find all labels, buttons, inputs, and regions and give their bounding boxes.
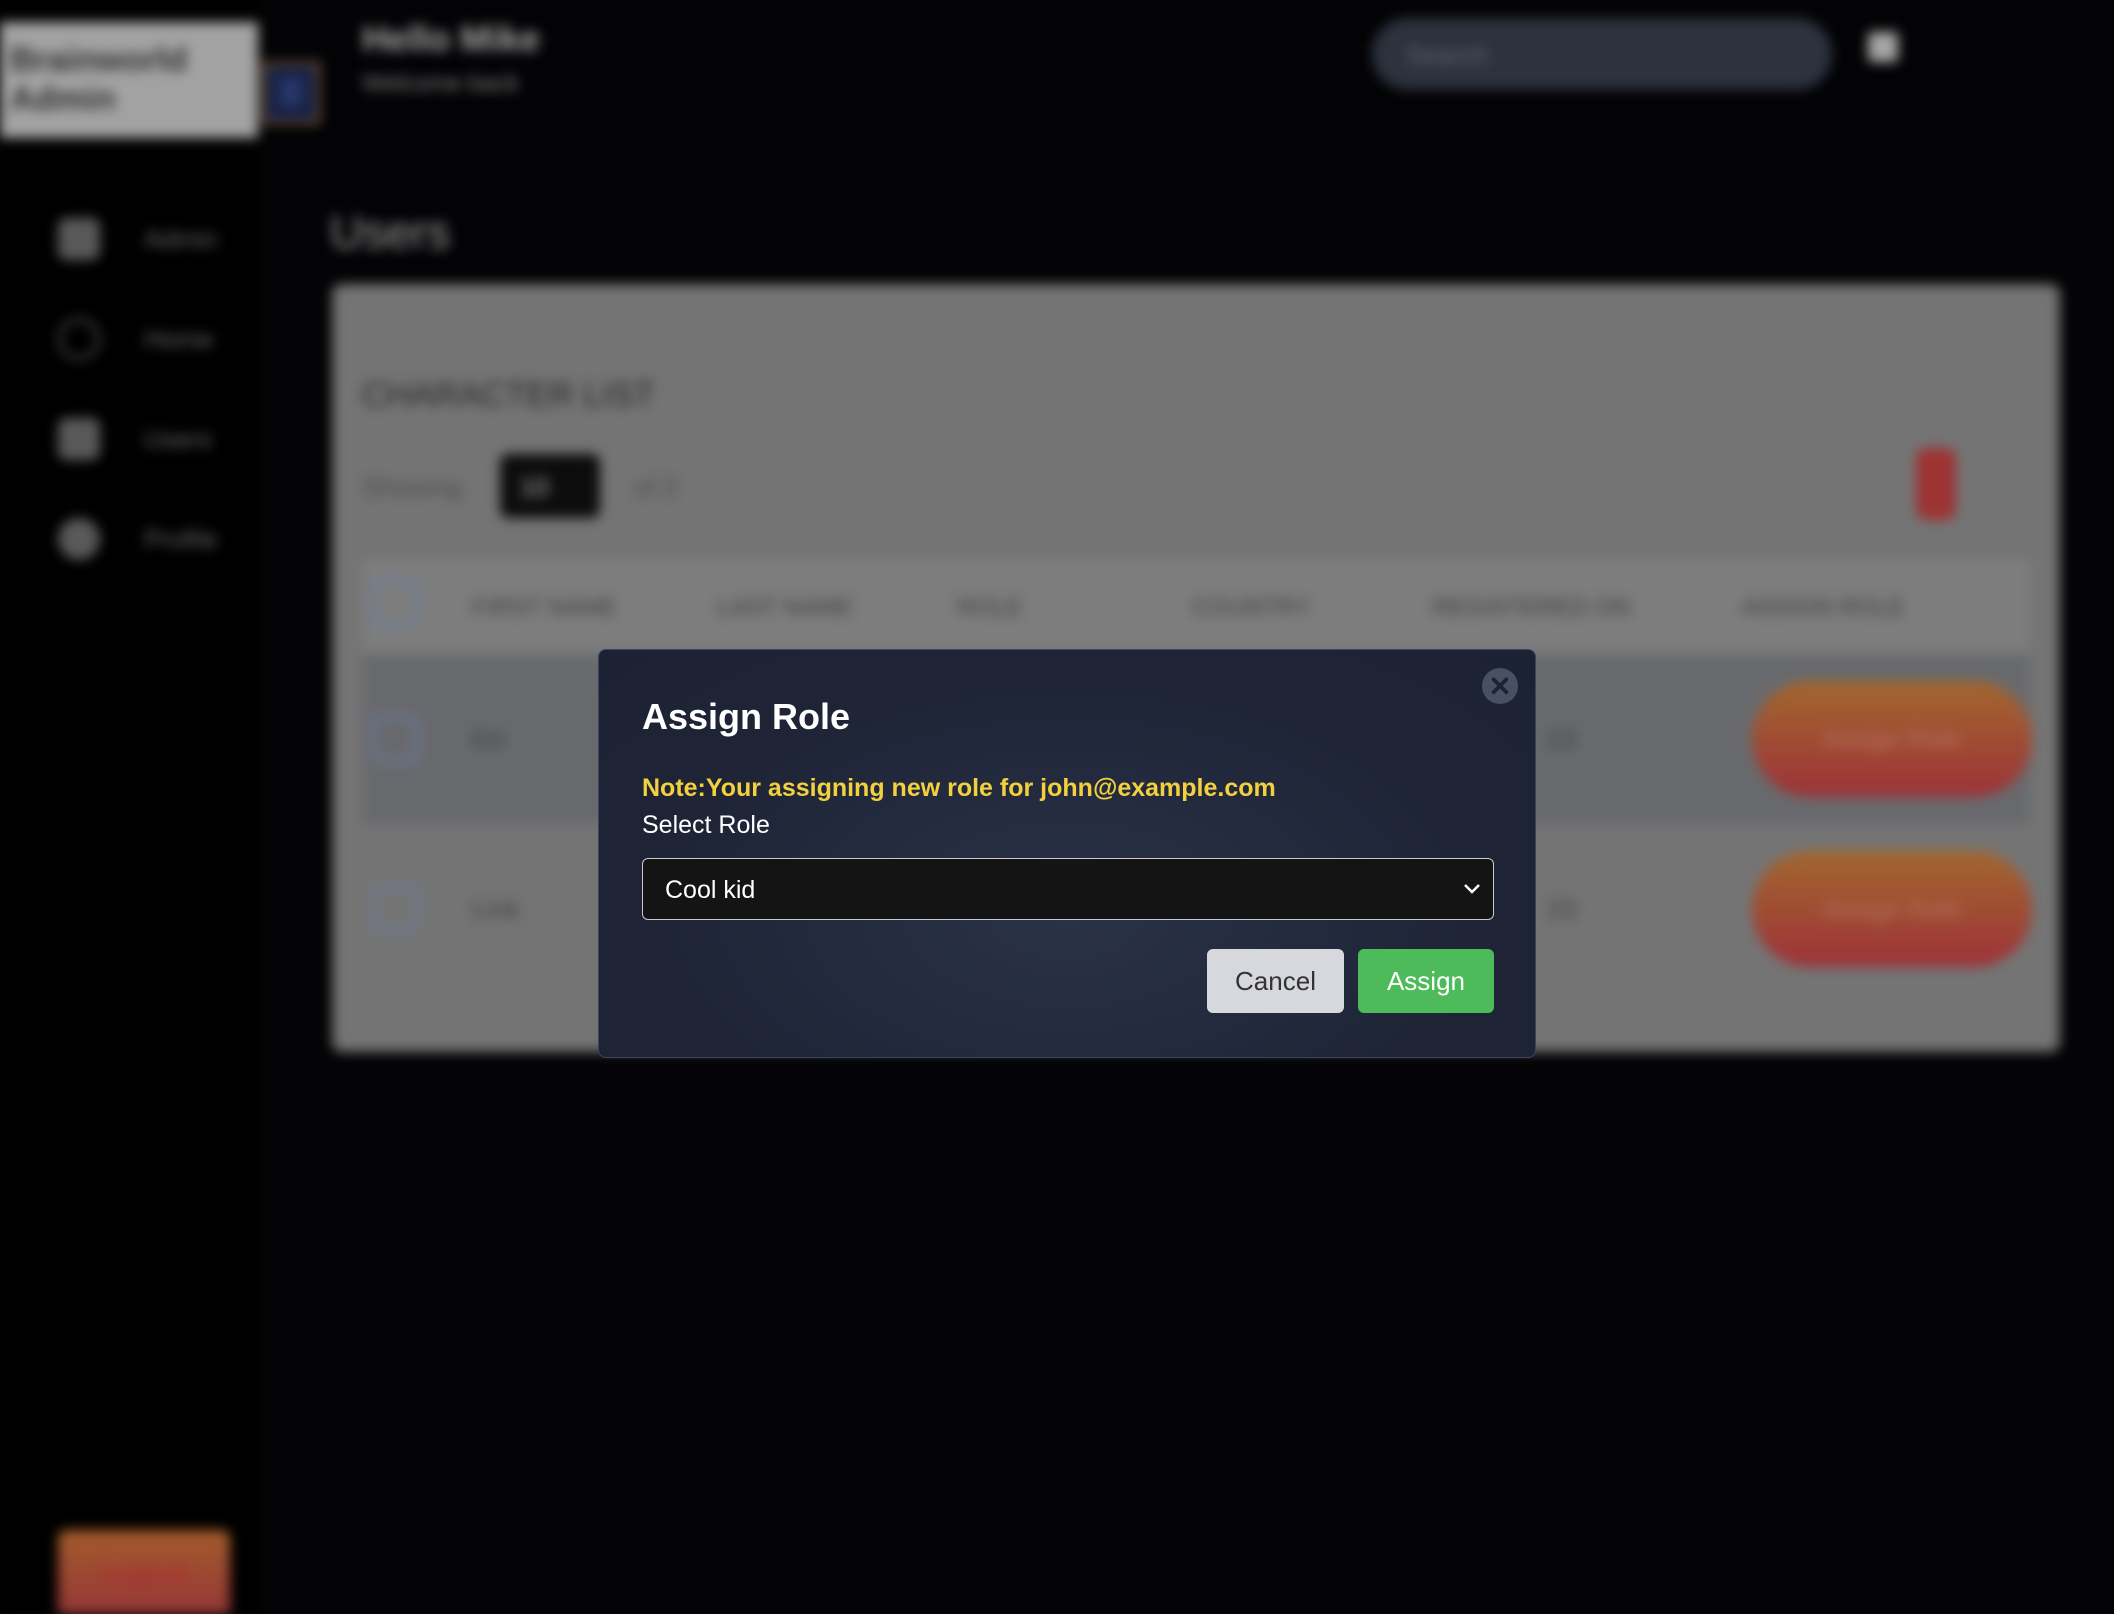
modal-title: Assign Role [642, 696, 851, 737]
selected-role-value: Cool kid [665, 876, 756, 904]
assign-button[interactable]: Assign [1358, 949, 1494, 1013]
assign-role-modal: ✕ Assign Role Note:Your assigning new ro… [598, 649, 1536, 1058]
select-role-label: Select Role [642, 811, 770, 839]
modal-note: Note:Your assigning new role for john@ex… [642, 774, 1276, 802]
role-select[interactable]: Cool kid [642, 858, 1494, 920]
cancel-button[interactable]: Cancel [1207, 949, 1344, 1013]
chevron-down-icon [1464, 884, 1480, 894]
app-root: Brainworld Admin Admin Home Users Profil… [0, 0, 2114, 1614]
close-icon[interactable]: ✕ [1482, 668, 1518, 704]
